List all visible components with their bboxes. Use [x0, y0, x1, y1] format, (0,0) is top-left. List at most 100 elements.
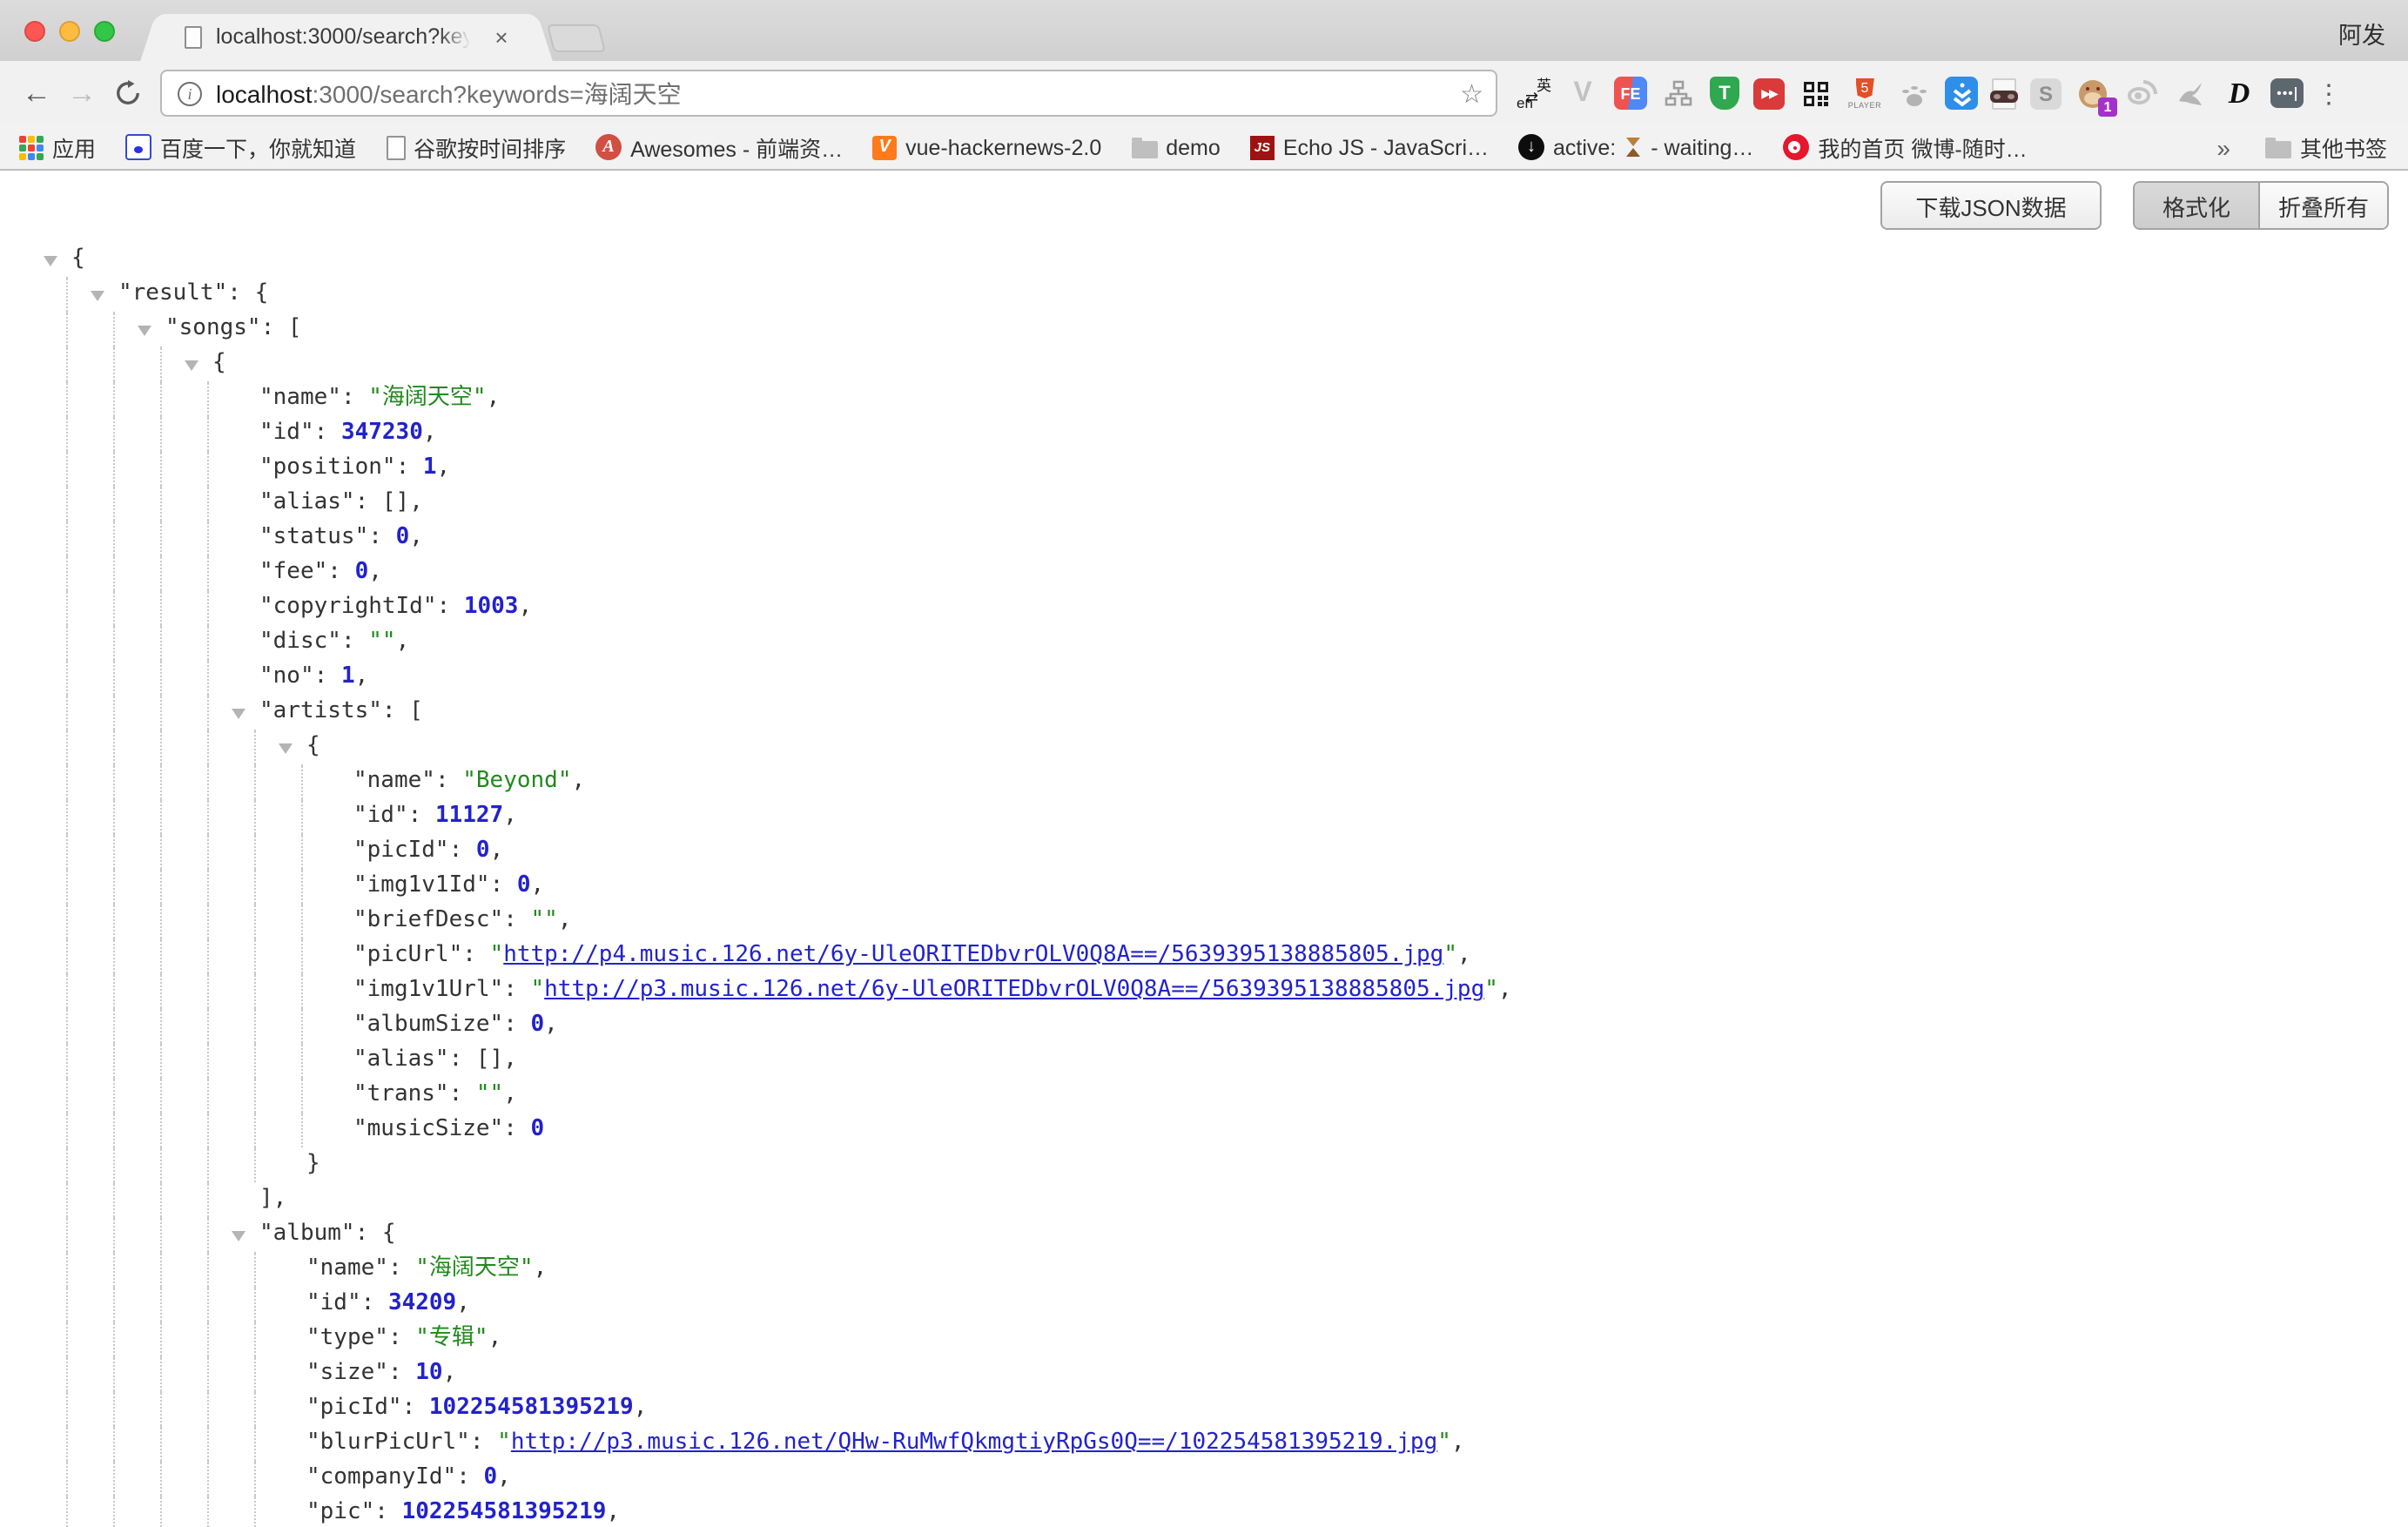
bookmarks-bar: 应用百度一下，你就知道谷歌按时间排序 AAwesomes - 前端资… Vvue-h…: [0, 125, 2408, 171]
json-string-value: "海阔天空": [415, 1255, 533, 1281]
shield-t-icon[interactable]: T: [1710, 77, 1739, 110]
bookmark-item[interactable]: AAwesomes - 前端资…: [595, 131, 843, 164]
json-key: "album": [259, 1221, 355, 1247]
bookmarks-overflow-chevron[interactable]: »: [2216, 133, 2230, 161]
bookmark-item[interactable]: demo: [1131, 135, 1221, 159]
json-line-content: "size": 10,: [0, 1356, 456, 1391]
profile-name[interactable]: 阿发: [2338, 16, 2385, 50]
json-punctuation: []: [476, 1046, 503, 1073]
qr-code-icon[interactable]: [1799, 76, 1833, 111]
translate-icon[interactable]: 英⇄en: [1517, 76, 1551, 111]
bookmark-item[interactable]: 谷歌按时间排序: [386, 131, 566, 164]
json-key: "name": [259, 385, 341, 411]
reload-icon[interactable]: [104, 80, 150, 106]
fe-icon[interactable]: FE: [1614, 77, 1647, 110]
weibo-red-icon: [1783, 134, 1809, 160]
bookmark-star-icon[interactable]: ☆: [1460, 77, 1483, 109]
extension-badge: 1: [2098, 97, 2117, 116]
json-url-link[interactable]: http://p4.music.126.net/6y-UleORITEDbvrO…: [503, 942, 1443, 968]
json-key: "no": [259, 663, 314, 690]
bookmark-item[interactable]: 应用: [19, 131, 96, 164]
back-icon[interactable]: ←: [14, 76, 59, 111]
collapse-all-button[interactable]: 折叠所有: [2258, 183, 2387, 228]
monkey-icon[interactable]: 1: [2075, 76, 2110, 111]
json-key: "briefDesc": [353, 907, 503, 933]
html5-player-icon[interactable]: 5PLAYER: [1847, 76, 1882, 111]
browser-tab[interactable]: localhost:3000/search?keywords=海阔天空 ×: [167, 14, 526, 61]
json-key: "name": [353, 768, 435, 794]
bird-icon[interactable]: [2173, 76, 2208, 111]
weibo-gray-icon[interactable]: [2124, 76, 2159, 111]
bookmark-label: Awesomes - 前端资…: [630, 131, 843, 164]
other-bookmarks-button[interactable]: 其他书签: [2265, 131, 2387, 164]
hourglass-icon: [1624, 136, 1642, 158]
json-key: "companyId": [306, 1464, 456, 1490]
json-line: "img1v1Url": "http://p3.music.126.net/6y…: [0, 973, 2408, 1008]
bookmark-label-suffix: - waiting…: [1651, 135, 1753, 159]
json-punctuation: {: [255, 280, 269, 306]
json-string-value: "海阔天空": [368, 385, 486, 411]
page-info-icon[interactable]: i: [178, 81, 202, 105]
paw-icon[interactable]: [1896, 76, 1931, 111]
json-key: "musicSize": [353, 1116, 503, 1142]
vue-icon[interactable]: V: [1565, 76, 1600, 111]
json-line-content: "disc": "",: [0, 625, 409, 660]
letter-d-icon[interactable]: D: [2222, 76, 2257, 111]
json-key: "id": [259, 420, 314, 446]
json-line-content: "type": "专辑",: [0, 1322, 501, 1356]
json-line: "pic": 102254581395219,: [0, 1496, 2408, 1527]
zoom-window-button[interactable]: [94, 21, 115, 42]
json-number-value: 0: [484, 1464, 498, 1490]
json-line-content: "albumSize": 0,: [0, 1008, 558, 1043]
forward-icon[interactable]: →: [59, 76, 104, 111]
download-json-button[interactable]: 下载JSON数据: [1880, 181, 2102, 230]
json-line-content: "img1v1Id": 0,: [0, 869, 544, 904]
json-key: "name": [306, 1255, 388, 1281]
json-line: "alias": [],: [0, 486, 2408, 521]
close-window-button[interactable]: [24, 21, 45, 42]
blue-chevrons-icon[interactable]: [1945, 77, 1978, 110]
json-line: }: [0, 1147, 2408, 1182]
json-line: "picId": 0,: [0, 834, 2408, 869]
json-line: "id": 347230,: [0, 416, 2408, 451]
tab-close-icon[interactable]: ×: [488, 23, 515, 50]
traffic-lights: [24, 21, 115, 42]
url-text: localhost:3000/search?keywords=海阔天空: [216, 76, 682, 111]
org-chart-icon[interactable]: [1661, 76, 1696, 111]
bookmark-item[interactable]: 百度一下，你就知道: [125, 131, 356, 164]
letter-s-icon[interactable]: S: [2030, 77, 2062, 109]
json-line-content: {: [0, 730, 320, 764]
bookmark-item[interactable]: Vvue-hackernews-2.0: [872, 135, 1101, 159]
json-key: "alias": [259, 489, 355, 515]
address-bar[interactable]: i localhost:3000/search?keywords=海阔天空 ☆: [160, 70, 1497, 117]
bookmark-item[interactable]: JSEcho JS - JavaScri…: [1250, 135, 1489, 159]
bookmark-item[interactable]: ↓active:- waiting…: [1518, 134, 1753, 160]
json-key: "result": [118, 280, 227, 306]
json-punctuation: {: [306, 733, 320, 759]
fast-forward-icon[interactable]: ▶▶: [1753, 77, 1785, 109]
json-number-value: 0: [476, 837, 490, 864]
new-tab-button[interactable]: [547, 24, 606, 52]
bookmark-item[interactable]: 我的首页 微博-随时…: [1783, 131, 2027, 164]
json-string-value: "": [476, 1081, 503, 1107]
json-line-content: "status": 0,: [0, 521, 423, 555]
json-url-link[interactable]: http://p3.music.126.net/QHw-RuMwfQkmgtiy…: [511, 1429, 1437, 1456]
json-line: "disc": "",: [0, 625, 2408, 660]
json-line: "artists": [: [0, 695, 2408, 730]
json-line: "copyrightId": 1003,: [0, 590, 2408, 625]
page-favicon-icon: [185, 26, 202, 49]
minimize-window-button[interactable]: [59, 21, 80, 42]
json-number-value: 10: [415, 1360, 442, 1386]
json-line: "position": 1,: [0, 451, 2408, 486]
json-url-link[interactable]: http://p3.music.126.net/6y-UleORITEDbvrO…: [544, 977, 1484, 1003]
json-line: "blurPicUrl": "http://p3.music.126.net/Q…: [0, 1426, 2408, 1461]
json-line-content: }: [0, 1147, 320, 1182]
json-number-value: 102254581395219: [402, 1499, 607, 1525]
json-number-value: 0: [531, 1116, 545, 1142]
format-button[interactable]: 格式化: [2135, 183, 2258, 228]
json-number-value: 347230: [341, 420, 423, 446]
dots-box-icon[interactable]: •••: [2270, 78, 2304, 108]
chrome-menu-icon[interactable]: ⋮: [2316, 77, 2340, 109]
json-line: "briefDesc": "",: [0, 904, 2408, 938]
mask-page-icon[interactable]: [1992, 77, 2016, 109]
